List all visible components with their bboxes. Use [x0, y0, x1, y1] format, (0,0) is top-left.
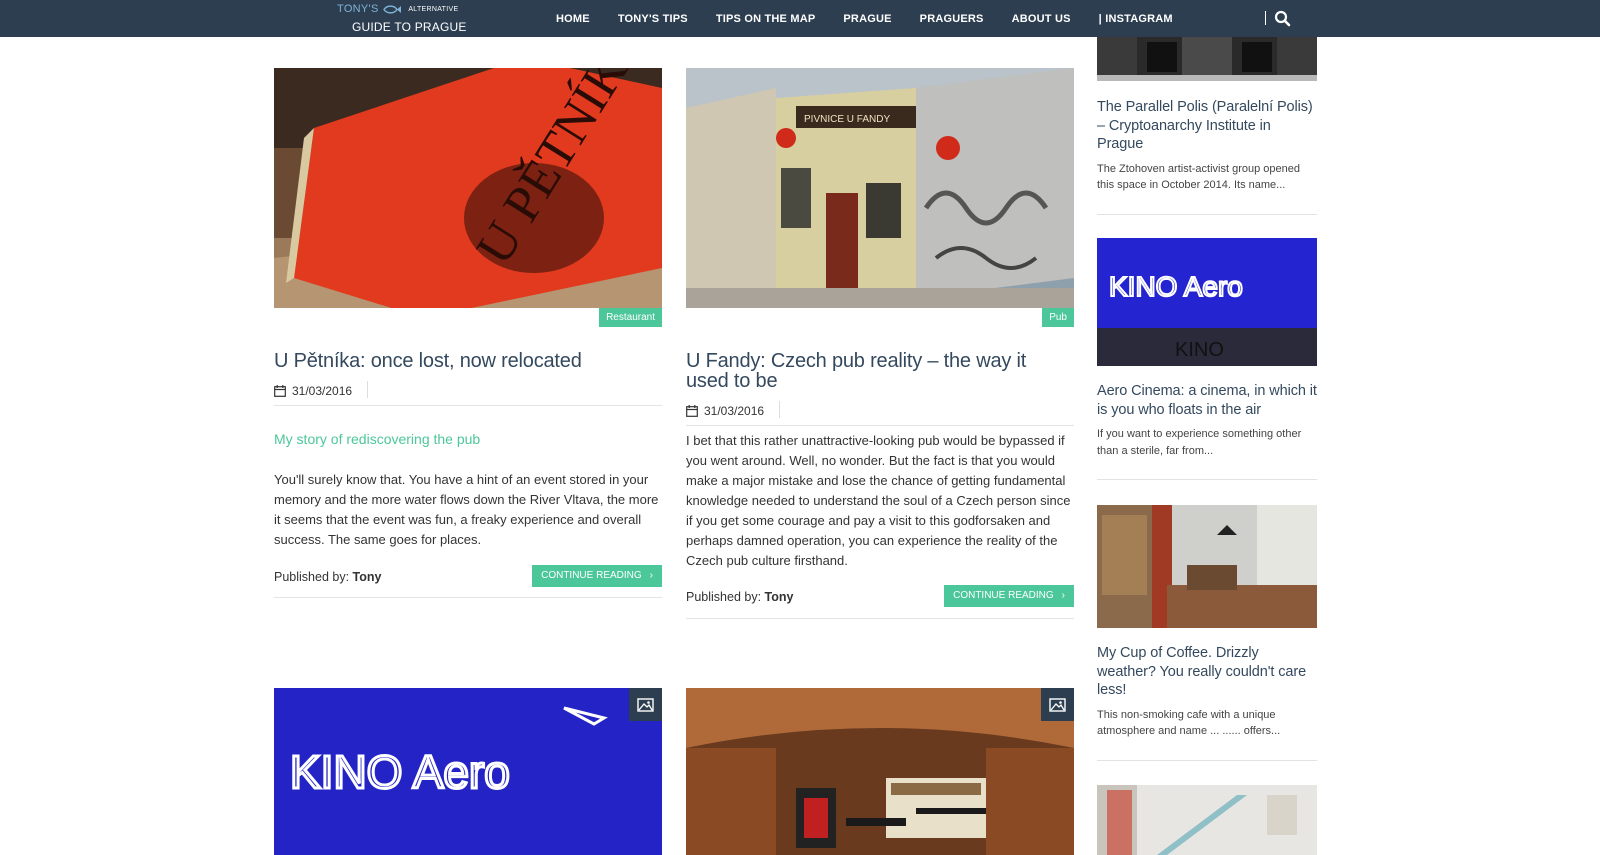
post-excerpt: I bet that this rather unattractive-look…: [686, 433, 1071, 568]
sidebar-post-image[interactable]: [1097, 505, 1317, 628]
nav-divider: [1265, 11, 1266, 25]
post-card: KINO Aero: [274, 688, 662, 855]
search-icon[interactable]: [1274, 10, 1291, 27]
post-subtitle: My story of rediscovering the pub: [274, 431, 481, 447]
post-byline: Published by: Tony: [274, 570, 381, 584]
nav-praguers[interactable]: PRAGUERS: [920, 13, 984, 25]
sidebar-post: KINO Aero KINO Aero Cinema: a cinema, in…: [1097, 238, 1317, 480]
post-date-text: 31/03/2016: [704, 404, 765, 418]
pub-sign-text: PIVNICE U FANDY: [804, 114, 890, 125]
sidebar-post-image[interactable]: [1097, 37, 1317, 81]
calendar-icon: [686, 405, 698, 417]
post-card: U PĚTNÍKA Restaurant U Pětníka: once los…: [274, 68, 662, 608]
continue-reading-button[interactable]: CONTINUE READING ›: [532, 565, 662, 587]
post-byline: Published by: Tony: [686, 590, 793, 604]
logo-top-text: TONY'S: [337, 3, 379, 15]
sidebar-post-excerpt: If you want to experience something othe…: [1097, 428, 1302, 457]
calendar-icon: [274, 385, 286, 397]
category-badge[interactable]: Pub: [1042, 308, 1074, 327]
divider: [274, 597, 662, 598]
divider: [686, 618, 1074, 619]
cinema-sign-text: KINO Aero: [290, 746, 510, 798]
post-image[interactable]: U PĚTNÍKA: [274, 68, 662, 308]
post-date: 31/03/2016: [274, 381, 368, 398]
main-nav: HOME TONY'S TIPS TIPS ON THE MAP PRAGUE …: [556, 0, 1201, 37]
logo-alternative-text: ALTERNATIVE: [408, 5, 459, 13]
nav-home[interactable]: HOME: [556, 13, 590, 25]
divider: [1097, 213, 1317, 215]
category-badge[interactable]: Restaurant: [599, 308, 662, 327]
continue-reading-label: CONTINUE READING: [541, 570, 642, 581]
post-card: PIVNICE U FANDY Pub U Fandy: Czech pub r…: [686, 68, 1074, 628]
divider: [274, 405, 662, 406]
sidebar-post: My Cup of Coffee. Drizzly weather? You r…: [1097, 505, 1317, 761]
image-format-badge: [1041, 688, 1074, 721]
post-date: 31/03/2016: [686, 401, 780, 418]
logo-guide-text: GUIDE TO PRAGUE: [352, 20, 467, 34]
sidebar-post-title[interactable]: Aero Cinema: a cinema, in which it is yo…: [1097, 382, 1317, 419]
nav-tips-on-the-map[interactable]: TIPS ON THE MAP: [716, 13, 816, 25]
divider: [686, 425, 1074, 426]
sidebar-post-title[interactable]: The Parallel Polis (Paralelní Polis) – C…: [1097, 98, 1317, 154]
image-icon: [1049, 697, 1066, 712]
cinema-sub-sign-text: KINO: [1175, 339, 1224, 361]
sidebar-post-excerpt: The Ztohoven artist-activist group opene…: [1097, 162, 1301, 192]
post-image[interactable]: KINO Aero: [274, 688, 662, 855]
divider: [1097, 759, 1317, 761]
fish-icon: [383, 5, 401, 14]
post-title[interactable]: U Pětníka: once lost, now relocated: [274, 351, 582, 371]
chevron-right-icon: ›: [1061, 590, 1065, 601]
post-date-text: 31/03/2016: [292, 384, 353, 398]
post-image[interactable]: [686, 688, 1074, 855]
author-name[interactable]: Tony: [353, 570, 382, 584]
published-label: Published by:: [274, 570, 350, 584]
sidebar-post: The Parallel Polis (Paralelní Polis) – C…: [1097, 37, 1317, 215]
post-image[interactable]: PIVNICE U FANDY: [686, 68, 1074, 308]
sidebar-post-title[interactable]: My Cup of Coffee. Drizzly weather? You r…: [1097, 644, 1317, 700]
published-label: Published by:: [686, 590, 762, 604]
post-card: [686, 688, 1074, 855]
divider: [1097, 479, 1317, 480]
cinema-sign-text: KINO Aero: [1109, 271, 1243, 302]
sidebar-post-image[interactable]: [1097, 785, 1317, 855]
sidebar-post-excerpt: This non-smoking cafe with a unique atmo…: [1097, 708, 1281, 738]
nav-tonys-tips[interactable]: TONY'S TIPS: [618, 13, 688, 25]
chevron-right-icon: ›: [649, 570, 653, 581]
date-divider: [367, 381, 368, 398]
image-icon: [637, 697, 654, 712]
nav-about-us[interactable]: ABOUT US: [1012, 13, 1071, 25]
nav-instagram[interactable]: | INSTAGRAM: [1099, 13, 1173, 25]
nav-prague[interactable]: PRAGUE: [843, 13, 891, 25]
top-navigation-bar: TONY'S ALTERNATIVE GUIDE TO PRAGUE HOME …: [0, 0, 1600, 37]
date-divider: [779, 401, 780, 418]
continue-reading-button[interactable]: CONTINUE READING ›: [944, 585, 1074, 607]
post-title[interactable]: U Fandy: Czech pub reality – the way it …: [686, 351, 1074, 391]
sidebar-post-image[interactable]: KINO Aero KINO: [1097, 238, 1317, 366]
author-name[interactable]: Tony: [765, 590, 794, 604]
site-logo[interactable]: TONY'S ALTERNATIVE GUIDE TO PRAGUE: [337, 3, 467, 35]
sidebar-post: [1097, 785, 1317, 855]
image-format-badge: [629, 688, 662, 721]
post-excerpt: You'll surely know that. You have a hint…: [274, 472, 659, 547]
continue-reading-label: CONTINUE READING: [953, 590, 1054, 601]
